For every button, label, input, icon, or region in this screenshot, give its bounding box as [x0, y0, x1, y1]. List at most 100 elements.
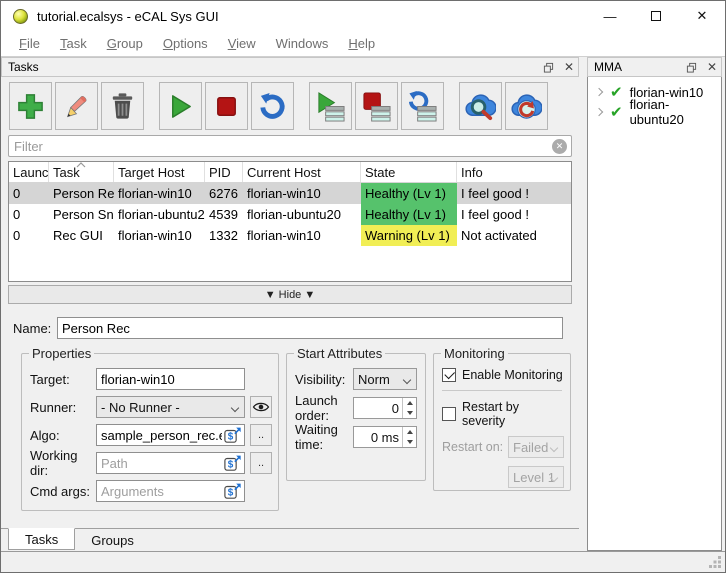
sort-asc-icon: [76, 162, 86, 168]
visibility-label: Visibility:: [295, 371, 346, 387]
dock-splitter[interactable]: [579, 57, 587, 551]
table-row[interactable]: 0 Person Rec florian-win10 6276 florian-…: [9, 183, 571, 204]
play-icon: [172, 94, 191, 118]
runner-select[interactable]: - No Runner -: [96, 396, 245, 418]
delete-task-button[interactable]: [101, 82, 144, 130]
mma-panel-header: MMA ✕: [587, 57, 722, 77]
divider: [442, 390, 562, 391]
clear-filter-icon[interactable]: ✕: [552, 138, 567, 154]
launch-order-stepper[interactable]: 0: [353, 397, 417, 419]
mma-panel: MMA ✕ ✔ florian-win10 ✔ florian-ubuntu20: [587, 57, 722, 551]
start-selected-tasks-button[interactable]: [309, 82, 352, 130]
start-tasks-button[interactable]: [159, 82, 202, 130]
menu-help[interactable]: Help: [338, 33, 385, 54]
task-table: Launc Task Target Host PID Current Host …: [8, 161, 572, 282]
env-variable-icon[interactable]: $: [224, 482, 242, 500]
svg-text:$: $: [228, 460, 234, 471]
table-row[interactable]: 0 Person Snd florian-ubuntu20 4539 flori…: [9, 204, 571, 225]
tasks-panel-title: Tasks: [8, 60, 39, 74]
waiting-time-stepper[interactable]: 0 ms: [353, 426, 417, 448]
col-state[interactable]: State: [361, 162, 457, 182]
target-input[interactable]: [96, 368, 245, 390]
col-info[interactable]: Info: [457, 162, 571, 182]
restart-icon: [260, 92, 285, 119]
menu-group[interactable]: Group: [97, 33, 153, 54]
filter-input[interactable]: [8, 135, 572, 157]
waiting-time-label: Waiting time:: [295, 422, 338, 452]
menu-windows[interactable]: Windows: [266, 33, 339, 54]
stop-selected-tasks-button[interactable]: [355, 82, 398, 130]
float-panel-icon[interactable]: [543, 62, 554, 73]
close-panel-icon[interactable]: ✕: [707, 61, 717, 73]
menu-task[interactable]: Task: [50, 33, 97, 54]
visibility-select[interactable]: Norm: [353, 368, 417, 390]
working-dir-input[interactable]: [96, 452, 245, 474]
svg-text:$: $: [228, 432, 234, 443]
tasks-panel-header: Tasks ✕: [1, 57, 579, 77]
hide-editor-button[interactable]: ▼ Hide ▼: [8, 285, 572, 304]
algo-input[interactable]: [96, 424, 245, 446]
name-label: Name:: [13, 320, 52, 336]
working-dir-label: Working dir:: [30, 448, 78, 478]
add-task-button[interactable]: [9, 82, 52, 130]
restart-tasks-button[interactable]: [251, 82, 294, 130]
resize-grip-icon[interactable]: [709, 556, 722, 569]
task-table-header: Launc Task Target Host PID Current Host …: [9, 162, 571, 183]
restart-selected-tasks-button[interactable]: [401, 82, 444, 130]
env-variable-icon[interactable]: $: [224, 426, 242, 444]
col-target-host[interactable]: Target Host: [114, 162, 205, 182]
host-tree: ✔ florian-win10 ✔ florian-ubuntu20: [587, 77, 722, 551]
monitoring-group: Monitoring Enable Monitoring Restart by …: [433, 346, 571, 491]
col-pid[interactable]: PID: [205, 162, 243, 182]
app-icon: [13, 8, 28, 24]
browse-working-dir-button[interactable]: ..: [250, 452, 272, 474]
menu-file[interactable]: File: [9, 33, 50, 54]
menu-options[interactable]: Options: [153, 33, 218, 54]
spin-down-icon[interactable]: [403, 437, 416, 447]
start-attributes-group: Start Attributes Visibility: Norm Launch…: [286, 346, 426, 481]
checkbox-checked-icon: [442, 368, 456, 382]
edit-task-button[interactable]: [55, 82, 98, 130]
chevron-right-icon[interactable]: [594, 107, 604, 117]
enable-monitoring-checkbox[interactable]: Enable Monitoring: [442, 368, 564, 382]
col-current-host[interactable]: Current Host: [243, 162, 361, 182]
env-variable-icon[interactable]: $: [224, 454, 242, 472]
spin-up-icon[interactable]: [403, 398, 416, 408]
restart-by-severity-checkbox[interactable]: Restart by severity: [442, 400, 564, 428]
stop-tasks-button[interactable]: [205, 82, 248, 130]
tab-tasks[interactable]: Tasks: [8, 528, 76, 550]
play-list-icon: [318, 91, 345, 122]
check-icon: ✔: [610, 103, 623, 121]
spin-down-icon[interactable]: [403, 408, 416, 418]
table-row[interactable]: 0 Rec GUI florian-win10 1332 florian-win…: [9, 225, 571, 246]
find-tasks-button[interactable]: [459, 82, 502, 130]
algo-label: Algo:: [30, 427, 60, 443]
restart-on-select: Failed: [508, 436, 564, 458]
app-window: tutorial.ecalsys - eCAL Sys GUI — ✕ File…: [0, 0, 726, 573]
close-panel-icon[interactable]: ✕: [564, 61, 574, 73]
minimize-button[interactable]: —: [587, 1, 633, 31]
checkbox-unchecked-icon: [442, 407, 456, 421]
show-runner-button[interactable]: [250, 396, 272, 418]
status-badge: Healthy (Lv 1): [361, 204, 457, 225]
maximize-button[interactable]: [633, 1, 679, 31]
chevron-right-icon[interactable]: [594, 87, 604, 97]
float-panel-icon[interactable]: [686, 62, 697, 73]
col-task[interactable]: Task: [49, 162, 114, 182]
maximize-icon: [651, 11, 661, 21]
restart-on-label: Restart on:: [442, 440, 504, 454]
cmd-args-input[interactable]: [96, 480, 245, 502]
trash-icon: [112, 92, 133, 119]
menu-view[interactable]: View: [218, 33, 266, 54]
spin-up-icon[interactable]: [403, 427, 416, 437]
close-button[interactable]: ✕: [679, 1, 725, 31]
stop-icon: [217, 96, 236, 116]
browse-algo-button[interactable]: ..: [250, 424, 272, 446]
tree-item-host[interactable]: ✔ florian-ubuntu20: [588, 97, 721, 127]
task-name-input[interactable]: [57, 317, 563, 339]
col-launch[interactable]: Launc: [9, 162, 49, 182]
tab-groups[interactable]: Groups: [75, 529, 150, 551]
eye-icon: [252, 402, 270, 412]
plus-icon: [18, 93, 43, 119]
update-from-cloud-button[interactable]: [505, 82, 548, 130]
